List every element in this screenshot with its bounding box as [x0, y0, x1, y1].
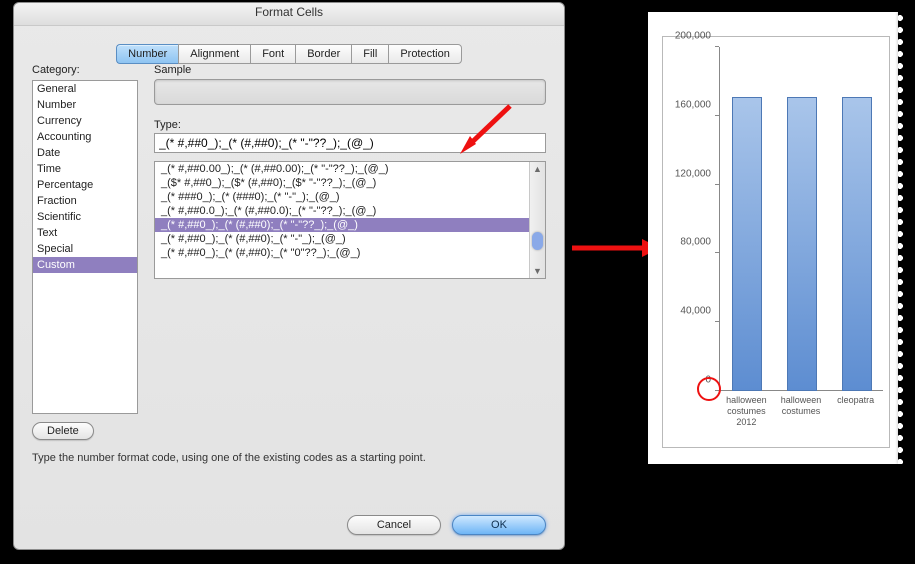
x-axis-labels: halloween costumes 2012halloween costume… — [719, 395, 883, 445]
y-tick — [715, 184, 719, 185]
format-code-list[interactable]: _(* #,##0.00_);_(* (#,##0.00);_(* "-"??_… — [154, 161, 546, 279]
list-item[interactable]: Number — [33, 97, 137, 113]
dialog-title: Format Cells — [14, 3, 564, 26]
y-tick — [715, 252, 719, 253]
y-tick — [715, 321, 719, 322]
y-tick — [715, 46, 719, 47]
y-tick — [715, 390, 719, 391]
list-item[interactable]: _($* #,##0_);_($* (#,##0);_($* "-"??_);_… — [155, 176, 545, 190]
chart-plot-area: 040,00080,000120,000160,000200,000 hallo… — [662, 36, 890, 448]
list-item[interactable]: Currency — [33, 113, 137, 129]
category-list[interactable]: General Number Currency Accounting Date … — [32, 80, 138, 414]
tab-border[interactable]: Border — [295, 44, 351, 64]
cancel-button[interactable]: Cancel — [347, 515, 441, 535]
scroll-thumb[interactable] — [532, 232, 543, 250]
tab-number[interactable]: Number — [116, 44, 178, 64]
y-tick-label: 0 — [705, 375, 711, 386]
y-tick-label: 80,000 — [680, 237, 711, 248]
x-tick-label: halloween costumes — [774, 395, 829, 445]
chart-bar — [842, 97, 872, 391]
chart-bar — [732, 97, 762, 391]
scroll-up-icon[interactable]: ▲ — [530, 162, 545, 176]
y-tick-label: 40,000 — [680, 306, 711, 317]
tab-font[interactable]: Font — [250, 44, 295, 64]
list-item[interactable]: _(* #,##0_);_(* (#,##0);_(* "-"??_);_(@_… — [155, 218, 545, 232]
list-item[interactable]: Custom — [33, 257, 137, 273]
y-axis — [719, 47, 720, 391]
list-item[interactable]: Special — [33, 241, 137, 257]
x-tick-label: halloween costumes 2012 — [719, 395, 774, 445]
type-label: Type: — [154, 119, 546, 131]
list-item[interactable]: Scientific — [33, 209, 137, 225]
tab-fill[interactable]: Fill — [351, 44, 388, 64]
x-tick-label: cleopatra — [828, 395, 883, 445]
list-item[interactable]: Fraction — [33, 193, 137, 209]
list-item[interactable]: _(* #,##0_);_(* (#,##0);_(* "0"??_);_(@_… — [155, 246, 545, 260]
scrollbar[interactable]: ▲ ▼ — [529, 162, 545, 278]
list-item[interactable]: Time — [33, 161, 137, 177]
tab-bar: Number Alignment Font Border Fill Protec… — [14, 44, 564, 64]
list-item[interactable]: Date — [33, 145, 137, 161]
y-tick — [715, 115, 719, 116]
sample-preview — [154, 79, 546, 105]
list-item[interactable]: General — [33, 81, 137, 97]
list-item[interactable]: _(* ###0_);_(* (###0);_(* "-"_);_(@_) — [155, 190, 545, 204]
chart-panel: 0 40,000 80,000 120,000 160,000 200,000 hallo… — [648, 12, 904, 464]
delete-button[interactable]: Delete — [32, 422, 94, 440]
list-item[interactable]: _(* #,##0.00_);_(* (#,##0.00);_(* "-"??_… — [155, 162, 545, 176]
list-item[interactable]: Accounting — [33, 129, 137, 145]
list-item[interactable]: _(* #,##0_);_(* (#,##0);_(* "-"_);_(@_) — [155, 232, 545, 246]
sample-label: Sample — [154, 64, 546, 76]
scroll-down-icon[interactable]: ▼ — [530, 264, 545, 278]
list-item[interactable]: _(* #,##0.0_);_(* (#,##0.0);_(* "-"??_);… — [155, 204, 545, 218]
list-item[interactable]: Percentage — [33, 177, 137, 193]
hint-text: Type the number format code, using one o… — [32, 452, 426, 464]
y-axis-labels: 040,00080,000120,000160,000200,000 — [663, 47, 715, 391]
tab-alignment[interactable]: Alignment — [178, 44, 250, 64]
format-cells-dialog: Format Cells Number Alignment Font Borde… — [13, 2, 565, 550]
type-input[interactable] — [154, 133, 546, 153]
y-tick-label: 160,000 — [675, 99, 711, 110]
tab-protection[interactable]: Protection — [388, 44, 462, 64]
ok-button[interactable]: OK — [452, 515, 546, 535]
chart-bar — [787, 97, 817, 391]
y-tick-label: 120,000 — [675, 168, 711, 179]
y-tick-label: 200,000 — [675, 31, 711, 42]
category-label: Category: — [32, 64, 80, 76]
list-item[interactable]: Text — [33, 225, 137, 241]
